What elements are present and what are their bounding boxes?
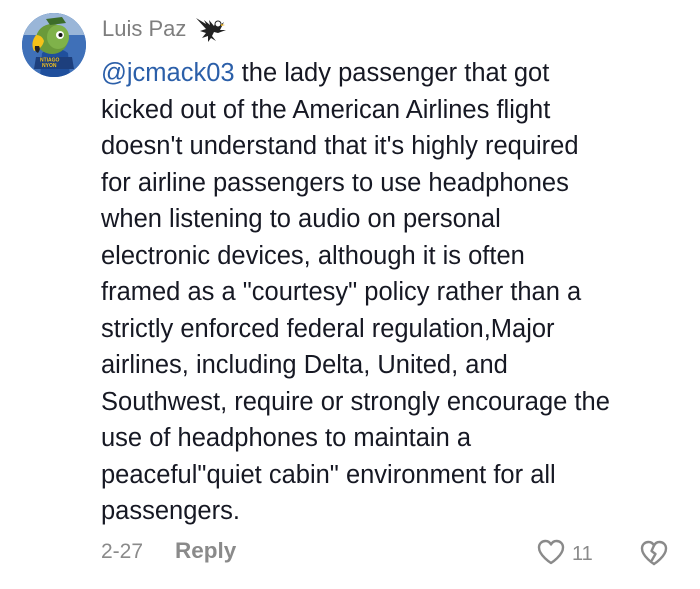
- eagle-icon: [194, 14, 228, 44]
- comment-header: Luis Paz: [102, 12, 228, 46]
- comment-date: 2-27: [101, 540, 144, 563]
- broken-heart-icon: [639, 540, 669, 571]
- comment-footer: 2-27 Reply 11: [101, 536, 691, 572]
- mention-link[interactable]: @jcmack03: [101, 59, 235, 87]
- svg-text:NYON: NYON: [42, 63, 57, 69]
- like-button[interactable]: 11: [536, 538, 593, 571]
- like-count: 11: [572, 543, 593, 565]
- dislike-button[interactable]: [639, 539, 669, 572]
- comment-text: @jcmack03 the lady passenger that got ki…: [101, 55, 691, 530]
- parrot-mascot-avatar-image: NTIAGO NYON: [22, 13, 86, 77]
- heart-outline-icon: [536, 538, 566, 571]
- avatar[interactable]: NTIAGO NYON: [22, 13, 86, 77]
- comment-body: the lady passenger that got kicked out o…: [101, 59, 610, 525]
- reply-button[interactable]: Reply: [175, 538, 236, 564]
- username[interactable]: Luis Paz: [102, 16, 186, 42]
